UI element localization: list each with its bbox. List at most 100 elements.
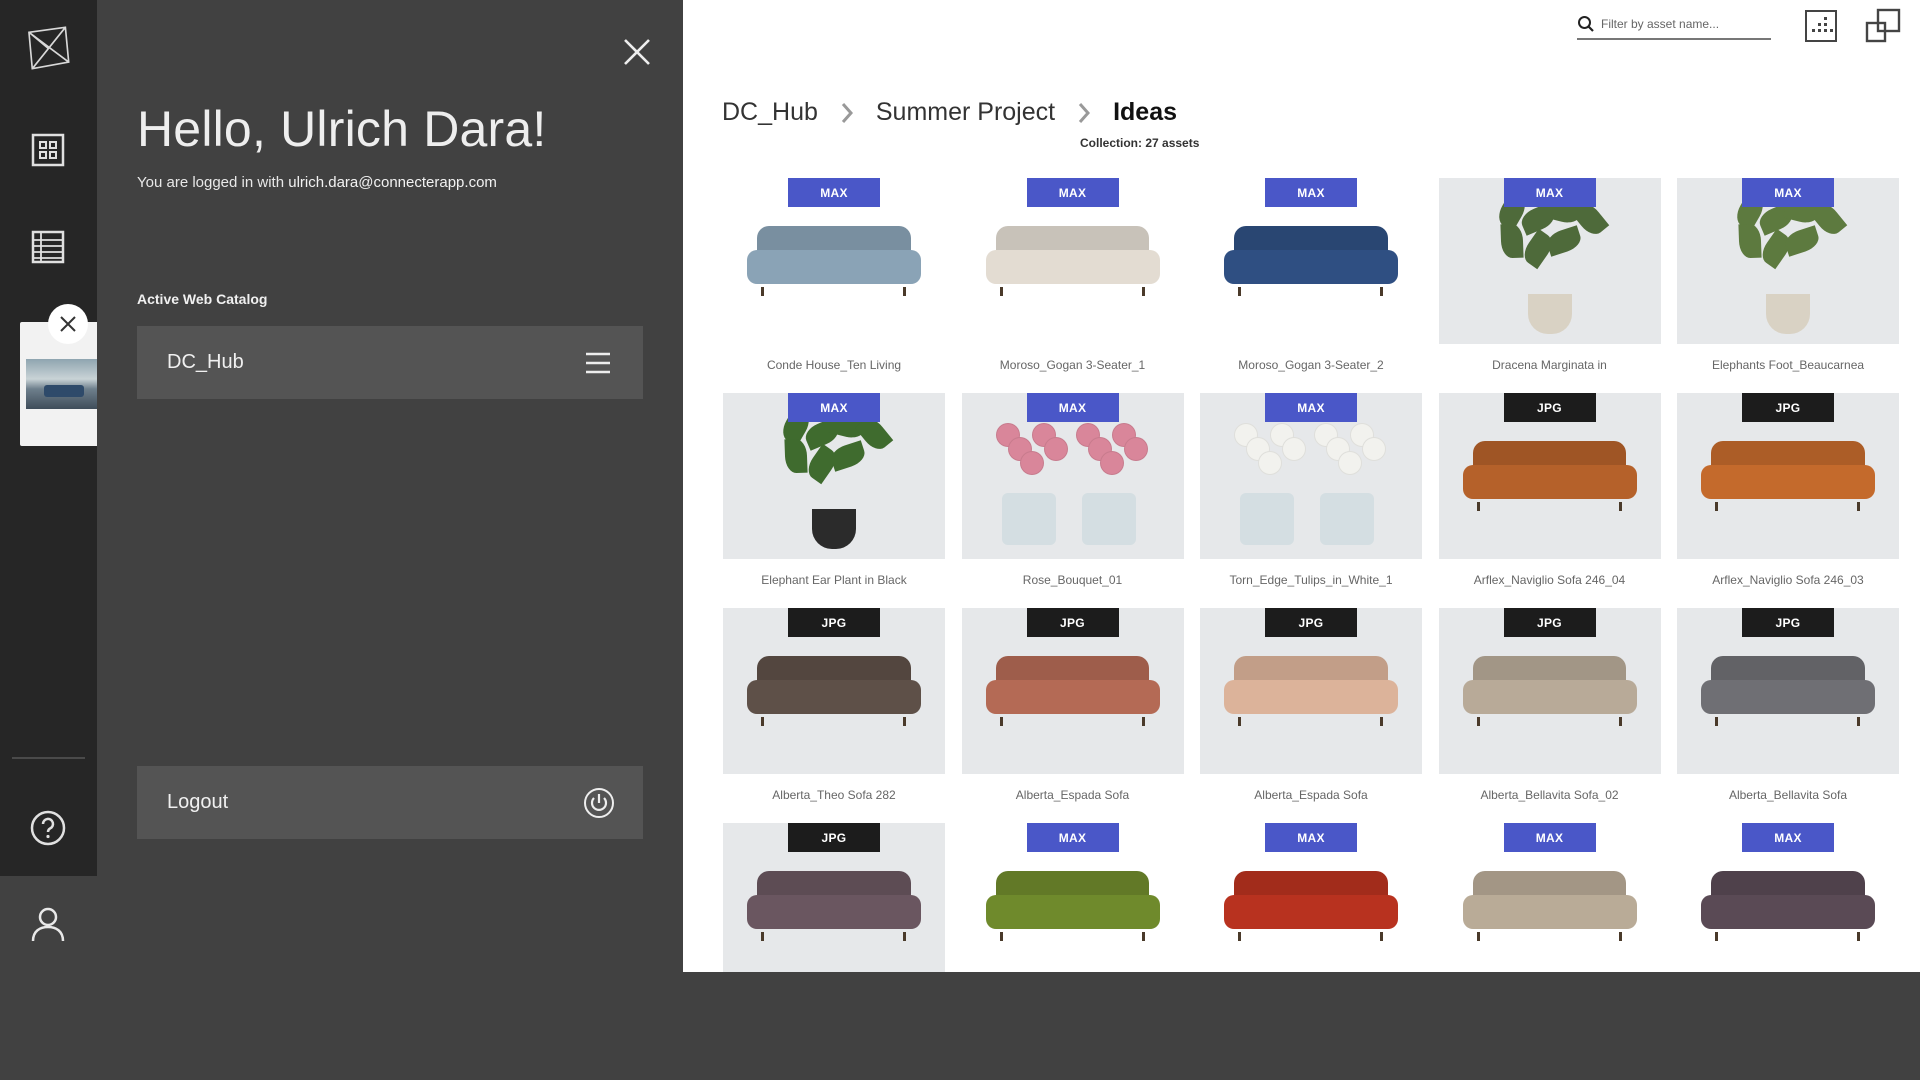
- asset-card[interactable]: MAX Rose_Bouquet_01: [961, 393, 1184, 598]
- asset-card[interactable]: MAX: [961, 823, 1184, 972]
- catalog-grid-icon[interactable]: [24, 126, 72, 174]
- asset-name: Alberta_Espada Sofa: [1254, 788, 1368, 802]
- flower-shape: [1019, 451, 1044, 475]
- sofa-image: [1701, 656, 1875, 727]
- flower-shape: [1123, 437, 1148, 461]
- active-catalog-label: Active Web Catalog: [137, 291, 268, 307]
- rail-divider: [12, 757, 85, 759]
- logout-label: Logout: [167, 791, 229, 813]
- sofa-image: [1462, 656, 1637, 727]
- asset-name: Elephants Foot_Beaucarnea: [1711, 358, 1865, 372]
- close-icon: [60, 316, 76, 332]
- file-type-badge: MAX: [1265, 178, 1357, 207]
- asset-name: Moroso_Gogan 3-Seater_1: [999, 358, 1146, 372]
- popout-icon: [1865, 8, 1901, 43]
- asset-name: Arflex_Naviglio Sofa 246_04: [1473, 573, 1626, 587]
- file-type-badge: MAX: [1265, 823, 1357, 852]
- search-icon: [1578, 16, 1594, 32]
- close-catalog-thumbnail-button[interactable]: [48, 304, 88, 344]
- file-type-badge: JPG: [788, 823, 880, 852]
- sofa-image: [985, 656, 1160, 727]
- login-info-prefix: You are logged in with: [137, 174, 289, 191]
- asset-card[interactable]: JPG Alberta_Espada Sofa: [961, 608, 1184, 813]
- file-type-badge: JPG: [1742, 608, 1834, 637]
- asset-name: Alberta_Theo Sofa 282: [772, 788, 896, 802]
- power-icon: [584, 788, 614, 818]
- asset-card[interactable]: JPG Alberta_Bellavita Sofa: [1677, 608, 1899, 813]
- asset-name: Conde House_Ten Living: [766, 358, 902, 372]
- asset-card[interactable]: MAX Moroso_Gogan 3-Seater_2: [1200, 178, 1422, 383]
- file-type-badge: MAX: [1503, 178, 1596, 207]
- asset-card[interactable]: MAX Elephants Foot_Beaucarnea: [1677, 178, 1899, 383]
- grid-dots-icon: [1805, 10, 1837, 42]
- asset-card[interactable]: MAX Moroso_Gogan 3-Seater_1: [961, 178, 1184, 383]
- asset-card[interactable]: JPG Alberta_Bellavita Sofa_02: [1438, 608, 1661, 813]
- logout-button[interactable]: Logout: [137, 766, 643, 839]
- leaf-shape: [1782, 225, 1822, 257]
- search-input[interactable]: Filter by asset name...: [1577, 10, 1771, 40]
- file-type-badge: JPG: [1026, 608, 1119, 637]
- popout-window-button[interactable]: [1863, 6, 1903, 46]
- asset-card[interactable]: JPG: [723, 823, 945, 972]
- chevron-right-icon: [1078, 102, 1091, 123]
- plant-pot-image: [812, 509, 856, 549]
- vase-image: [1240, 493, 1294, 545]
- asset-card[interactable]: JPG Arflex_Naviglio Sofa 246_04: [1438, 393, 1661, 598]
- asset-card[interactable]: MAX Conde House_Ten Living: [723, 178, 945, 383]
- leaf-shape: [1738, 223, 1762, 259]
- asset-card[interactable]: MAX Elephant Ear Plant in Black: [723, 393, 945, 598]
- sofa-image: [1701, 441, 1875, 512]
- sofa-image: [985, 226, 1160, 297]
- asset-name: Alberta_Bellavita Sofa_02: [1480, 788, 1619, 802]
- sofa-image: [1701, 871, 1875, 942]
- leaf-shape: [1543, 225, 1584, 257]
- asset-name: Elephant Ear Plant in Black: [761, 573, 907, 587]
- active-catalog-row[interactable]: DC_Hub: [137, 326, 643, 399]
- hamburger-menu-icon[interactable]: [583, 348, 613, 378]
- sofa-image: [1462, 441, 1637, 512]
- help-icon[interactable]: [24, 804, 72, 852]
- catalog-name: DC_Hub: [167, 351, 244, 373]
- asset-name: Alberta_Bellavita Sofa: [1728, 788, 1848, 802]
- breadcrumb-item-summer-project[interactable]: Summer Project: [876, 98, 1055, 127]
- collection-count: Collection: 27 assets: [1080, 136, 1200, 150]
- file-type-badge: MAX: [1742, 178, 1834, 207]
- greeting-heading: Hello, Ulrich Dara!: [137, 101, 547, 157]
- asset-card[interactable]: MAX: [1200, 823, 1422, 972]
- leaf-shape: [784, 438, 808, 474]
- flower-shape: [1338, 451, 1362, 475]
- file-type-badge: MAX: [1265, 393, 1357, 422]
- asset-card[interactable]: JPG Alberta_Espada Sofa: [1200, 608, 1422, 813]
- file-type-badge: JPG: [1503, 608, 1596, 637]
- login-info: You are logged in with ulrich.dara@conne…: [137, 174, 497, 191]
- sofa-image: [747, 226, 921, 297]
- file-type-badge: MAX: [788, 393, 880, 422]
- breadcrumb-item-dc-hub[interactable]: DC_Hub: [722, 98, 818, 127]
- asset-card[interactable]: JPG Alberta_Theo Sofa 282: [723, 608, 945, 813]
- layout-toggle-button[interactable]: [1801, 6, 1841, 46]
- asset-browser: Filter by asset name... DC_Hub Summer Pr…: [683, 0, 1920, 972]
- asset-name: Alberta_Espada Sofa: [1015, 788, 1130, 802]
- plant-pot-image: [1527, 294, 1572, 334]
- close-icon: [624, 39, 650, 65]
- sofa-image: [747, 871, 921, 942]
- sofa-image: [1224, 656, 1398, 727]
- asset-card[interactable]: MAX: [1677, 823, 1899, 972]
- file-type-badge: MAX: [1026, 178, 1119, 207]
- asset-card[interactable]: MAX: [1438, 823, 1661, 972]
- user-icon[interactable]: [24, 900, 72, 948]
- asset-name: Arflex_Naviglio Sofa 246_03: [1712, 573, 1864, 587]
- leaf-shape: [1499, 223, 1524, 259]
- vase-image: [1320, 493, 1374, 545]
- sofa-image: [985, 871, 1160, 942]
- list-view-icon[interactable]: [24, 223, 72, 271]
- logo-icon[interactable]: [24, 24, 72, 72]
- asset-card[interactable]: MAX Torn_Edge_Tulips_in_White_1: [1200, 393, 1422, 598]
- flower-shape: [1282, 437, 1306, 461]
- asset-name: Torn_Edge_Tulips_in_White_1: [1229, 573, 1393, 587]
- asset-card[interactable]: JPG Arflex_Naviglio Sofa 246_03: [1677, 393, 1899, 598]
- file-type-badge: JPG: [1742, 393, 1834, 422]
- asset-card[interactable]: MAX Dracena Marginata in: [1438, 178, 1661, 383]
- file-type-badge: MAX: [1026, 393, 1119, 422]
- close-panel-button[interactable]: [613, 28, 661, 76]
